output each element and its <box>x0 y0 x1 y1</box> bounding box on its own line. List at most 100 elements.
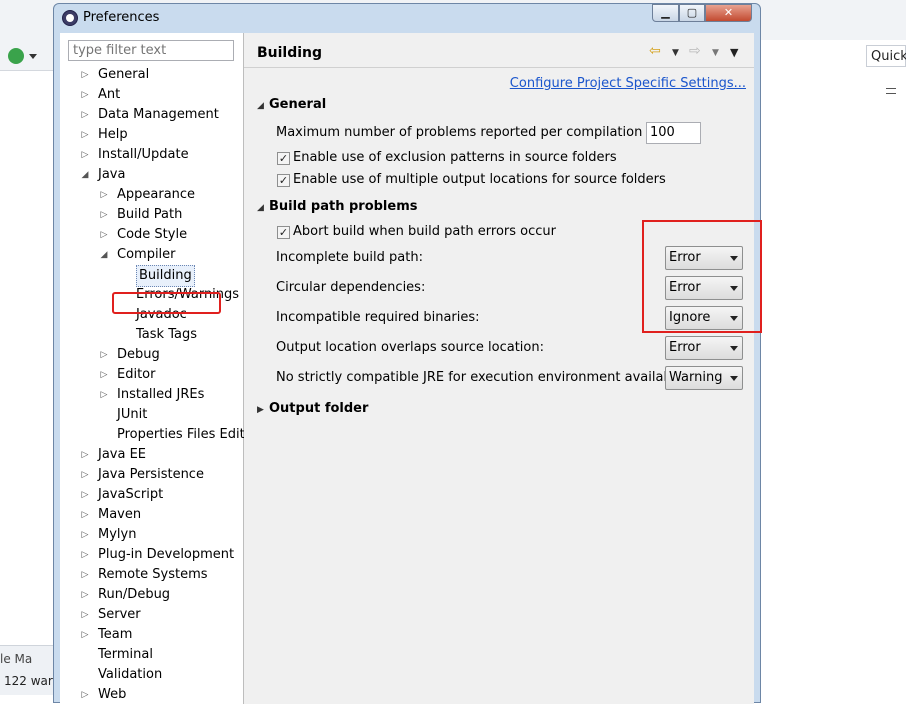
tree-item-label: Validation <box>98 667 163 682</box>
warnings-count: 122 warr <box>4 674 58 688</box>
tree-collapsed-icon[interactable]: ▷ <box>99 345 109 365</box>
incomplete-build-path-label: Incomplete build path: <box>276 250 423 265</box>
back-arrow-icon[interactable]: ⇦ <box>649 43 661 59</box>
tree-expanded-icon[interactable]: ◢ <box>99 245 109 265</box>
tree-collapsed-icon[interactable]: ▷ <box>99 205 109 225</box>
tree-item-label: Build Path <box>117 207 183 222</box>
tree-item-label: JUnit <box>117 407 148 422</box>
tree-collapsed-icon[interactable]: ▷ <box>80 65 90 85</box>
tree-item-label: JavaScript <box>98 487 164 502</box>
tree-item-label: Team <box>98 627 133 642</box>
tree-collapsed-icon[interactable]: ▷ <box>99 185 109 205</box>
tree-item-label: Data Management <box>98 107 219 122</box>
quick-access-field[interactable]: Quick <box>866 45 906 67</box>
minimize-button[interactable]: ▁ <box>652 4 679 22</box>
tree-item-label: Java <box>98 167 126 182</box>
tree-item-label: Run/Debug <box>98 587 171 602</box>
max-problems-label: Maximum number of problems reported per … <box>276 125 677 140</box>
abort-build-checkbox[interactable]: ✓ <box>277 226 290 239</box>
tree-item-label: Mylyn <box>98 527 137 542</box>
tree-item-label: Maven <box>98 507 142 522</box>
general-section-header[interactable]: ◢ General <box>257 97 326 112</box>
exclusion-patterns-checkbox[interactable]: ✓ <box>277 152 290 165</box>
tree-item-label: Appearance <box>117 187 196 202</box>
tree-collapsed-icon[interactable]: ▷ <box>80 485 90 505</box>
tree-item-label: Web <box>98 687 127 702</box>
configure-project-settings-link[interactable]: Configure Project Specific Settings... <box>510 76 746 91</box>
tree-item-label: General <box>98 67 150 82</box>
run-dropdown-icon[interactable] <box>29 54 37 59</box>
abort-build-label: Abort build when build path errors occur <box>293 224 557 239</box>
tree-item-label: Help <box>98 127 128 142</box>
output-folder-section-header[interactable]: ▶ Output folder <box>257 401 368 416</box>
tree-collapsed-icon[interactable]: ▷ <box>80 445 90 465</box>
tree-item-label: Java EE <box>98 447 147 462</box>
highlight-box-build-path-options <box>642 220 762 333</box>
incompatible-binaries-label: Incompatible required binaries: <box>276 310 480 325</box>
tree-item-label: Installed JREs <box>117 387 205 402</box>
tree-collapsed-icon[interactable]: ▷ <box>80 505 90 525</box>
maximize-button[interactable]: ▢ <box>679 4 705 22</box>
tree-collapsed-icon[interactable]: ▷ <box>80 585 90 605</box>
tree-collapsed-icon[interactable]: ▷ <box>80 525 90 545</box>
section-expanded-icon: ◢ <box>257 203 264 213</box>
tree-collapsed-icon[interactable]: ▷ <box>99 365 109 385</box>
tree-item-label: Debug <box>117 347 160 362</box>
window-title: Preferences <box>83 10 160 25</box>
tree-item-label: Plug-in Development <box>98 547 235 562</box>
max-problems-input[interactable]: 100 <box>646 122 701 144</box>
tree-item-label: Compiler <box>117 247 176 262</box>
title-bar[interactable]: Preferences ▁ ▢ ✕ <box>54 4 760 32</box>
tree-collapsed-icon[interactable]: ▷ <box>80 565 90 585</box>
run-icon[interactable] <box>8 48 24 64</box>
bottom-panel-tabs[interactable]: le Ma <box>0 652 32 666</box>
page-title: Building <box>257 45 323 61</box>
tree-item-label: Install/Update <box>98 147 189 162</box>
minimize-view-icon[interactable] <box>886 88 896 94</box>
tree-item-label: Terminal <box>98 647 153 662</box>
tree-item-label: Remote Systems <box>98 567 208 582</box>
view-menu-icon[interactable]: ▼ <box>730 46 738 59</box>
tree-collapsed-icon[interactable]: ▷ <box>80 145 90 165</box>
tree-item-label: Task Tags <box>136 327 197 342</box>
tree-collapsed-icon[interactable]: ▷ <box>99 385 109 405</box>
tree-collapsed-icon[interactable]: ▷ <box>80 605 90 625</box>
dialog-client-area: ▷ General ▷ Ant ▷ Data Management ▷ Help ▷ Instal… <box>60 33 762 705</box>
tree-collapsed-icon[interactable]: ▷ <box>80 125 90 145</box>
output-overlaps-label: Output location overlaps source location… <box>276 340 544 355</box>
tree-collapsed-icon[interactable]: ▷ <box>80 465 90 485</box>
multiple-output-checkbox[interactable]: ✓ <box>277 174 290 187</box>
chevron-down-icon <box>730 346 738 351</box>
section-expanded-icon: ◢ <box>257 101 264 111</box>
preference-tree-pane: ▷ General ▷ Ant ▷ Data Management ▷ Help ▷ Instal… <box>60 33 253 705</box>
tree-collapsed-icon[interactable]: ▷ <box>80 545 90 565</box>
tree-item-label: Ant <box>98 87 121 102</box>
eclipse-icon <box>62 10 78 26</box>
no-compatible-jre-label: No strictly compatible JRE for execution… <box>276 370 688 385</box>
preference-page: Building ⇦ ▼ ⇨ ▼ ▼ Configure Project Spe… <box>244 33 762 704</box>
tree-collapsed-icon[interactable]: ▷ <box>80 685 90 705</box>
workbench-editor-area <box>760 40 906 694</box>
tree-item-label: Properties Files Edito <box>117 427 253 442</box>
tree-item-label: Editor <box>117 367 156 382</box>
tree-collapsed-icon[interactable]: ▷ <box>80 625 90 645</box>
no-compatible-jre-select[interactable]: Warning <box>665 366 743 390</box>
tree-collapsed-icon[interactable]: ▷ <box>80 85 90 105</box>
close-button[interactable]: ✕ <box>705 4 752 22</box>
build-path-section-header[interactable]: ◢ Build path problems <box>257 199 418 214</box>
tree-collapsed-icon[interactable]: ▷ <box>99 225 109 245</box>
back-dropdown-icon[interactable]: ▼ <box>672 48 679 58</box>
tree-item-label: Building <box>136 265 195 287</box>
forward-dropdown-icon[interactable]: ▼ <box>712 48 719 58</box>
tree-item-label: Code Style <box>117 227 188 242</box>
tree-expanded-icon[interactable]: ◢ <box>80 165 90 185</box>
tree-collapsed-icon[interactable]: ▷ <box>80 105 90 125</box>
multiple-output-label: Enable use of multiple output locations … <box>293 172 666 187</box>
tree-item-label: Java Persistence <box>98 467 204 482</box>
filter-input[interactable] <box>68 40 234 61</box>
tree-item-label: Server <box>98 607 141 622</box>
output-overlaps-select[interactable]: Error <box>665 336 743 360</box>
highlight-box-building <box>112 292 221 314</box>
exclusion-patterns-label: Enable use of exclusion patterns in sour… <box>293 150 617 165</box>
forward-arrow-icon[interactable]: ⇨ <box>689 43 701 59</box>
